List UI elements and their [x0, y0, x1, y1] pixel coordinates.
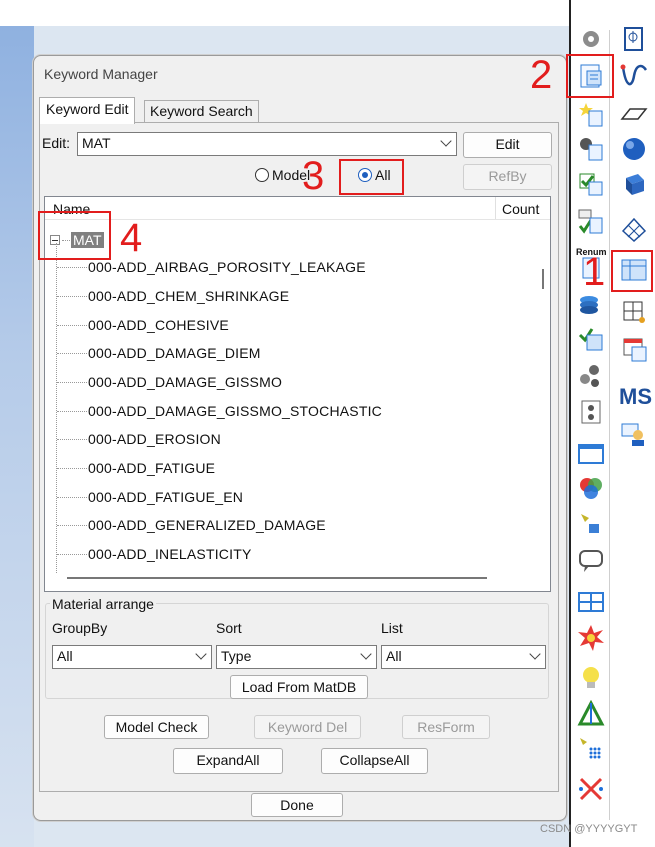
load-from-matdb-button[interactable]: Load From MatDB [230, 675, 368, 699]
gear-icon[interactable] [577, 25, 605, 53]
tree-item[interactable]: 000-ADD_FATIGUE [57, 458, 215, 478]
annotation-3: 3 [302, 154, 325, 198]
tree-item[interactable]: 000-ADD_DAMAGE_GISSMO_STOCHASTIC [57, 401, 382, 421]
resform-button[interactable]: ResForm [402, 715, 490, 739]
edit-combo-value: MAT [82, 135, 111, 151]
tree-item-label: 000-ADD_CHEM_SHRINKAGE [88, 288, 290, 304]
tree-item-label: 000-ADD_DAMAGE_DIEM [88, 345, 261, 361]
edit-label: Edit: [42, 135, 71, 151]
list-select[interactable]: All [381, 645, 546, 669]
tree-item[interactable]: 000-ADD_GENERALIZED_DAMAGE [57, 515, 326, 535]
check-list-icon[interactable] [577, 170, 605, 198]
annotation-4: 4 [120, 216, 143, 260]
tree-item-label: 000-ADD_FATIGUE_EN [88, 489, 244, 505]
window-icon[interactable] [577, 440, 605, 468]
done-button[interactable]: Done [251, 793, 343, 817]
layers-icon[interactable] [577, 290, 605, 318]
tree-item-label: 000-ADD_DAMAGE_GISSMO [88, 374, 283, 390]
radio-model-dot [255, 168, 269, 182]
tree-item-label: 000-ADD_COHESIVE [88, 317, 229, 333]
refby-button[interactable]: RefBy [463, 164, 552, 190]
vertical-scrollbar[interactable] [542, 269, 544, 289]
edit-button[interactable]: Edit [463, 132, 552, 158]
collapse-all-button[interactable]: CollapseAll [321, 748, 428, 774]
plane-icon[interactable] [620, 101, 648, 129]
target-box-icon[interactable] [620, 25, 648, 53]
tree-item-label: 000-ADD_FATIGUE [88, 460, 216, 476]
tree-item[interactable]: 000-ADD_AIRBAG_POROSITY_LEAKAGE [57, 257, 366, 277]
sort-value: Type [221, 648, 252, 664]
color-wheel-icon[interactable] [577, 475, 605, 503]
triangle-mesh-icon[interactable] [577, 699, 605, 728]
chevron-down-icon [195, 648, 207, 660]
groupby-select[interactable]: All [52, 645, 212, 669]
dialog-title: Keyword Manager [44, 66, 158, 82]
tree-item-label: 000-ADD_AIRBAG_POROSITY_LEAKAGE [88, 259, 366, 275]
ms-icon[interactable]: MS [619, 384, 652, 410]
tree-item[interactable]: 000-ADD_DAMAGE_GISSMO [57, 372, 282, 392]
double-gear-icon[interactable] [577, 398, 605, 426]
cube-icon[interactable] [620, 170, 648, 198]
highlight-radio-all [339, 159, 404, 195]
annotation-1: 1 [583, 250, 606, 294]
annotation-2: 2 [530, 53, 553, 97]
list-label: List [381, 620, 403, 636]
tab-keyword-edit[interactable]: Keyword Edit [39, 97, 136, 124]
speech-bubble-icon[interactable] [577, 547, 605, 575]
tree-item[interactable]: 000-ADD_INELASTICITY [57, 544, 252, 564]
top-bar [0, 0, 572, 26]
tree-item-label: 000-ADD_DAMAGE_GISSMO_STOCHASTIC [88, 403, 382, 419]
chevron-down-icon [440, 135, 452, 147]
model-check-button[interactable]: Model Check [104, 715, 209, 739]
check-grid-icon[interactable] [577, 325, 605, 353]
highlight-keyword-manager-icon [566, 54, 614, 98]
tree-item[interactable]: 000-ADD_FATIGUE_EN [57, 487, 243, 507]
tab-keyword-search[interactable]: Keyword Search [144, 100, 259, 122]
star-list-icon[interactable] [577, 101, 605, 129]
watermark: CSDN @YYYYGYT [540, 823, 638, 835]
explosion-icon[interactable] [577, 624, 605, 652]
calendar-icon[interactable] [620, 335, 648, 363]
keyword-edit-panel: Edit: MAT Edit Model All RefBy Name Coun… [39, 122, 559, 792]
tree-item-label: 000-ADD_INELASTICITY [88, 546, 252, 562]
toolbar-divider [609, 30, 610, 820]
keyword-del-button[interactable]: Keyword Del [254, 715, 361, 739]
keyword-manager-dialog: Keyword Manager Keyword Edit Keyword Sea… [33, 55, 567, 821]
dot-grid-icon[interactable] [577, 735, 605, 763]
expand-all-button[interactable]: ExpandAll [173, 748, 283, 774]
tree-item[interactable]: 000-ADD_COHESIVE [57, 315, 229, 335]
split-view-icon[interactable] [577, 588, 605, 616]
lightbulb-icon[interactable] [577, 664, 605, 692]
gear-list-icon[interactable] [577, 135, 605, 163]
highlight-table-manager-icon [611, 250, 653, 292]
list-value: All [386, 648, 402, 664]
groupby-value: All [57, 648, 73, 664]
tree-item[interactable]: 000-ADD_DAMAGE_DIEM [57, 343, 261, 363]
arrow-cube-icon[interactable] [577, 510, 605, 538]
tree-item-label: 000-ADD_EROSION [88, 431, 221, 447]
curve-icon[interactable] [620, 62, 648, 90]
person-table-icon[interactable] [620, 420, 648, 448]
highlight-tree-root [38, 211, 111, 260]
tree-item[interactable]: 000-ADD_CHEM_SHRINKAGE [57, 286, 289, 306]
edit-combo[interactable]: MAT [77, 132, 457, 156]
abc-check-icon[interactable] [577, 208, 605, 236]
chevron-down-icon [360, 648, 372, 660]
chevron-down-icon [529, 648, 541, 660]
mesh-icon[interactable] [620, 215, 648, 243]
horizontal-scrollbar[interactable] [67, 577, 487, 579]
column-count[interactable]: Count [502, 201, 539, 217]
groupby-label: GroupBy [52, 620, 108, 636]
sort-select[interactable]: Type [216, 645, 377, 669]
gears-icon[interactable] [577, 362, 605, 390]
sphere-icon[interactable] [620, 135, 648, 163]
cross-nodes-icon[interactable] [577, 775, 605, 803]
sort-label: Sort [216, 620, 242, 636]
tree-item-label: 000-ADD_GENERALIZED_DAMAGE [88, 517, 326, 533]
tree-item[interactable]: 000-ADD_EROSION [57, 429, 221, 449]
node-grid-icon[interactable] [620, 298, 648, 326]
material-arrange-title: Material arrange [50, 596, 156, 612]
